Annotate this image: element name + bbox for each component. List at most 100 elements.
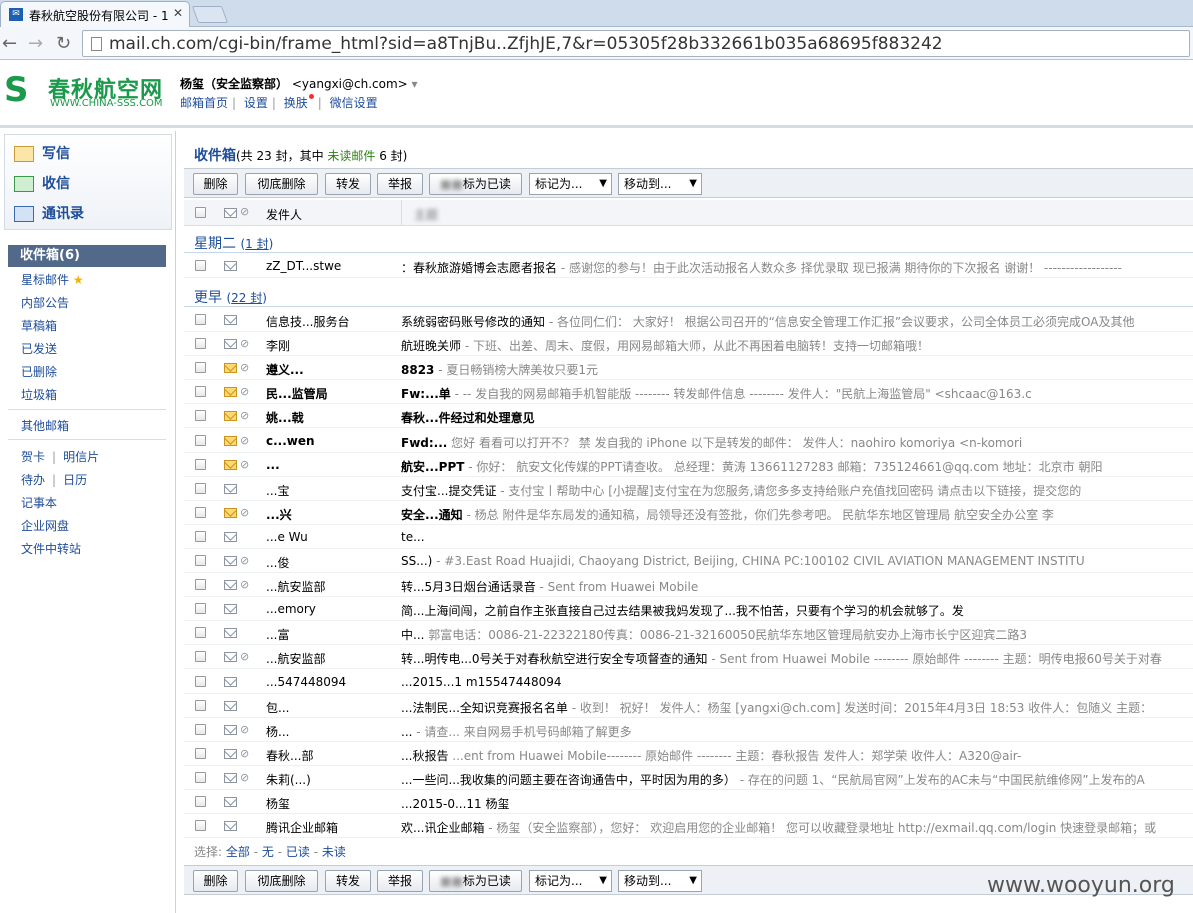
select-none-link[interactable]: 无 [262,845,274,859]
address-bar[interactable]: mail.ch.com/cgi-bin/frame_html?sid=a8Tnj… [82,30,1190,57]
email-row[interactable]: ⊘ ...航安监部 转...5月3日烟台通话录音 - Sent from Huawe… [184,573,1193,598]
email-row[interactable]: ...宝 支付宝...提交凭证 - 支付宝丨帮助中心 [小提醒]支付宝在为您服务,… [184,477,1193,501]
row-checkbox[interactable] [195,675,206,687]
row-checkbox[interactable] [195,314,206,325]
new-tab-button[interactable] [191,6,229,23]
purge-button[interactable]: 彻底删除 [245,870,318,892]
email-row[interactable]: ⊘ ...兴 安全...通知 - 杨总 附件是华东局发的通知稿，局领导还没有签批，你… [184,501,1193,525]
move-to-select[interactable]: 移动到... ▼ [618,870,702,892]
email-row[interactable]: ⊘ 姚...戟 春秋...件经过和处理意见 [184,404,1193,429]
row-checkbox[interactable] [195,555,206,566]
row-checkbox[interactable] [195,699,206,711]
sidebar-item-calendar[interactable]: 日历 [63,473,87,487]
sidebar-item-starred[interactable]: 星标邮件 ★ [21,271,84,288]
row-checkbox[interactable] [195,579,206,591]
forward-arrow-icon[interactable]: → [28,33,43,54]
sidebar-item-todo[interactable]: 待办 [21,473,45,487]
row-checkbox[interactable] [195,362,206,374]
email-row[interactable]: ⊘ ...俊 SS...) - #3.East Road Huajidi, Chao… [184,549,1193,573]
tab-close-icon[interactable]: ✕ [173,6,183,20]
settings-link[interactable]: 设置 [244,96,268,110]
purge-button[interactable]: 彻底删除 [245,173,318,195]
email-row[interactable]: ...e Wu te... [184,525,1193,549]
forward-button[interactable]: 转发 [325,173,371,195]
mark-read-button[interactable]: ■■标为已读 [429,870,522,892]
email-row[interactable]: ⊘ 遵义... 8823 - 夏日畅销榜大牌美妆只要1元 [184,356,1193,381]
row-checkbox[interactable] [195,506,206,518]
row-checkbox[interactable] [195,723,206,735]
mail-home-link[interactable]: 邮箱首页 [180,96,228,110]
contacts-button[interactable]: 通讯录 [14,203,84,223]
sidebar-item-announcements[interactable]: 内部公告 [21,294,69,311]
row-checkbox[interactable] [195,434,206,446]
row-checkbox[interactable] [195,410,206,422]
email-row[interactable]: ⊘ 民...监管局 Fw:...单 - -- 发自我的网易邮箱手机智能版 -----… [184,380,1193,405]
sidebar-item-inbox[interactable]: 收件箱(6) [8,245,166,267]
skin-link[interactable]: 换肤 [284,96,308,110]
email-row[interactable]: ...富 中... 郭富电话：0086-21-22322180传真：0086-21… [184,621,1193,646]
select-all-checkbox[interactable] [195,207,206,218]
email-row[interactable]: 腾讯企业邮箱 欢...讯企业邮箱 - 杨玺（安全监察部），您好： 欢迎启用您的企业… [184,814,1193,839]
sidebar-item-spam[interactable]: 垃圾箱 [21,386,57,403]
wechat-settings-link[interactable]: 微信设置 [330,96,378,110]
email-row[interactable]: 信息技...服务台 系统弱密码账号修改的通知 - 各位同仁们： 大家好！ 根据公司… [184,308,1193,332]
email-row[interactable]: ⊘ 杨...... - 请查... 来自网易手机号码邮箱了解更多 [184,718,1193,742]
delete-button[interactable]: 删除 [193,173,238,195]
delete-button[interactable]: 删除 [193,870,238,892]
row-checkbox[interactable] [195,747,206,759]
row-checkbox[interactable] [195,820,206,832]
select-all-link[interactable]: 全部 [226,845,250,859]
receive-button[interactable]: 收信 [14,173,70,193]
email-row[interactable]: ⊘... 航安...PPT - 你好： 航安文化传媒的PPT请查收。 总经理：黄涛… [184,453,1193,477]
email-row[interactable]: 杨玺 ...2015-0...11 杨玺 [184,790,1193,814]
email-row[interactable]: ⊘ c...wen Fwd:... 您好 看看可以打开不？ 禁 发自我的 iPhon… [184,429,1193,453]
compose-button[interactable]: 写信 [14,143,70,163]
row-checkbox[interactable] [195,603,206,615]
mark-as-select[interactable]: 标记为... ▼ [529,173,612,195]
row-checkbox[interactable] [195,627,206,639]
mark-as-select[interactable]: 标记为... ▼ [529,870,612,892]
select-unread-link[interactable]: 未读 [322,845,346,859]
row-checkbox[interactable] [195,386,206,398]
report-button[interactable]: 举报 [377,173,423,195]
email-row[interactable]: zZ_DT...stwe ：春秋旅游婚博会志愿者报名 - 感谢您的参与！由于此次活… [184,254,1193,278]
email-row[interactable]: ⊘ 朱莉(...) ...一些问...我收集的问题主要在咨询通告中，平时因为用的多）… [184,766,1193,790]
mark-read-button[interactable]: ■■标为已读 [429,173,522,195]
move-to-select[interactable]: 移动到... ▼ [618,173,702,195]
email-row[interactable]: ...547448094 ...2015...1 m15547448094 [184,670,1193,694]
sender-column-header[interactable]: 发件人 [266,206,302,223]
report-button[interactable]: 举报 [377,870,423,892]
sidebar-item-other-mailbox[interactable]: 其他邮箱 [21,417,69,434]
email-row[interactable]: 包... ...法制民...全知识竞赛报名名单 - 收到！ 祝好！ 发件人：杨玺 … [184,694,1193,718]
group-count-link[interactable]: 1 封 [245,237,268,251]
sidebar-item-netdisk[interactable]: 企业网盘 [21,517,69,534]
dropdown-arrow-icon[interactable]: ▾ [412,77,418,91]
email-row[interactable]: ⊘ 李刚 航班晚关师 - 下班、出差、周末、度假，用网易邮箱大师，从此不再困着电脑转… [184,332,1193,357]
browser-tab[interactable]: ✉ 春秋航空股份有限公司 - 1 ✕ [0,1,190,27]
sidebar-item-sent[interactable]: 已发送 [21,340,57,357]
unread-link[interactable]: 未读邮件 [327,149,375,163]
row-checkbox[interactable] [195,482,206,494]
row-checkbox[interactable] [195,796,206,807]
sidebar-item-notepad[interactable]: 记事本 [21,494,57,511]
sidebar-item-drafts[interactable]: 草稿箱 [21,317,57,334]
email-row[interactable]: ⊘ 春秋...部 ...秋报告 ...ent from Huawei Mobile-… [184,742,1193,766]
row-checkbox[interactable] [195,338,206,350]
row-checkbox[interactable] [195,771,206,783]
subject-column-header[interactable]: 主题 [414,206,438,223]
sidebar-item-file-transfer[interactable]: 文件中转站 [21,540,81,557]
row-checkbox[interactable] [195,458,206,470]
back-arrow-icon[interactable]: ← [2,33,17,54]
group-count-link[interactable]: 22 封 [231,291,262,305]
sidebar-item-greeting-card[interactable]: 贺卡 [21,450,45,464]
email-row[interactable]: ...emory 简...上海间闯，之前自作主张直接自己过去结果被我妈发现了...… [184,597,1193,622]
row-checkbox[interactable] [195,651,206,663]
forward-button[interactable]: 转发 [325,870,371,892]
reload-icon[interactable]: ↻ [56,33,71,54]
select-read-link[interactable]: 已读 [286,845,310,859]
row-checkbox[interactable] [195,260,206,271]
row-checkbox[interactable] [195,530,206,542]
sidebar-item-deleted[interactable]: 已删除 [21,363,57,380]
sidebar-item-postcard[interactable]: 明信片 [63,450,99,464]
email-row[interactable]: ⊘ ...航安监部 转...明传电...0号关于对春秋航空进行安全专项督查的通知 -… [184,645,1193,670]
